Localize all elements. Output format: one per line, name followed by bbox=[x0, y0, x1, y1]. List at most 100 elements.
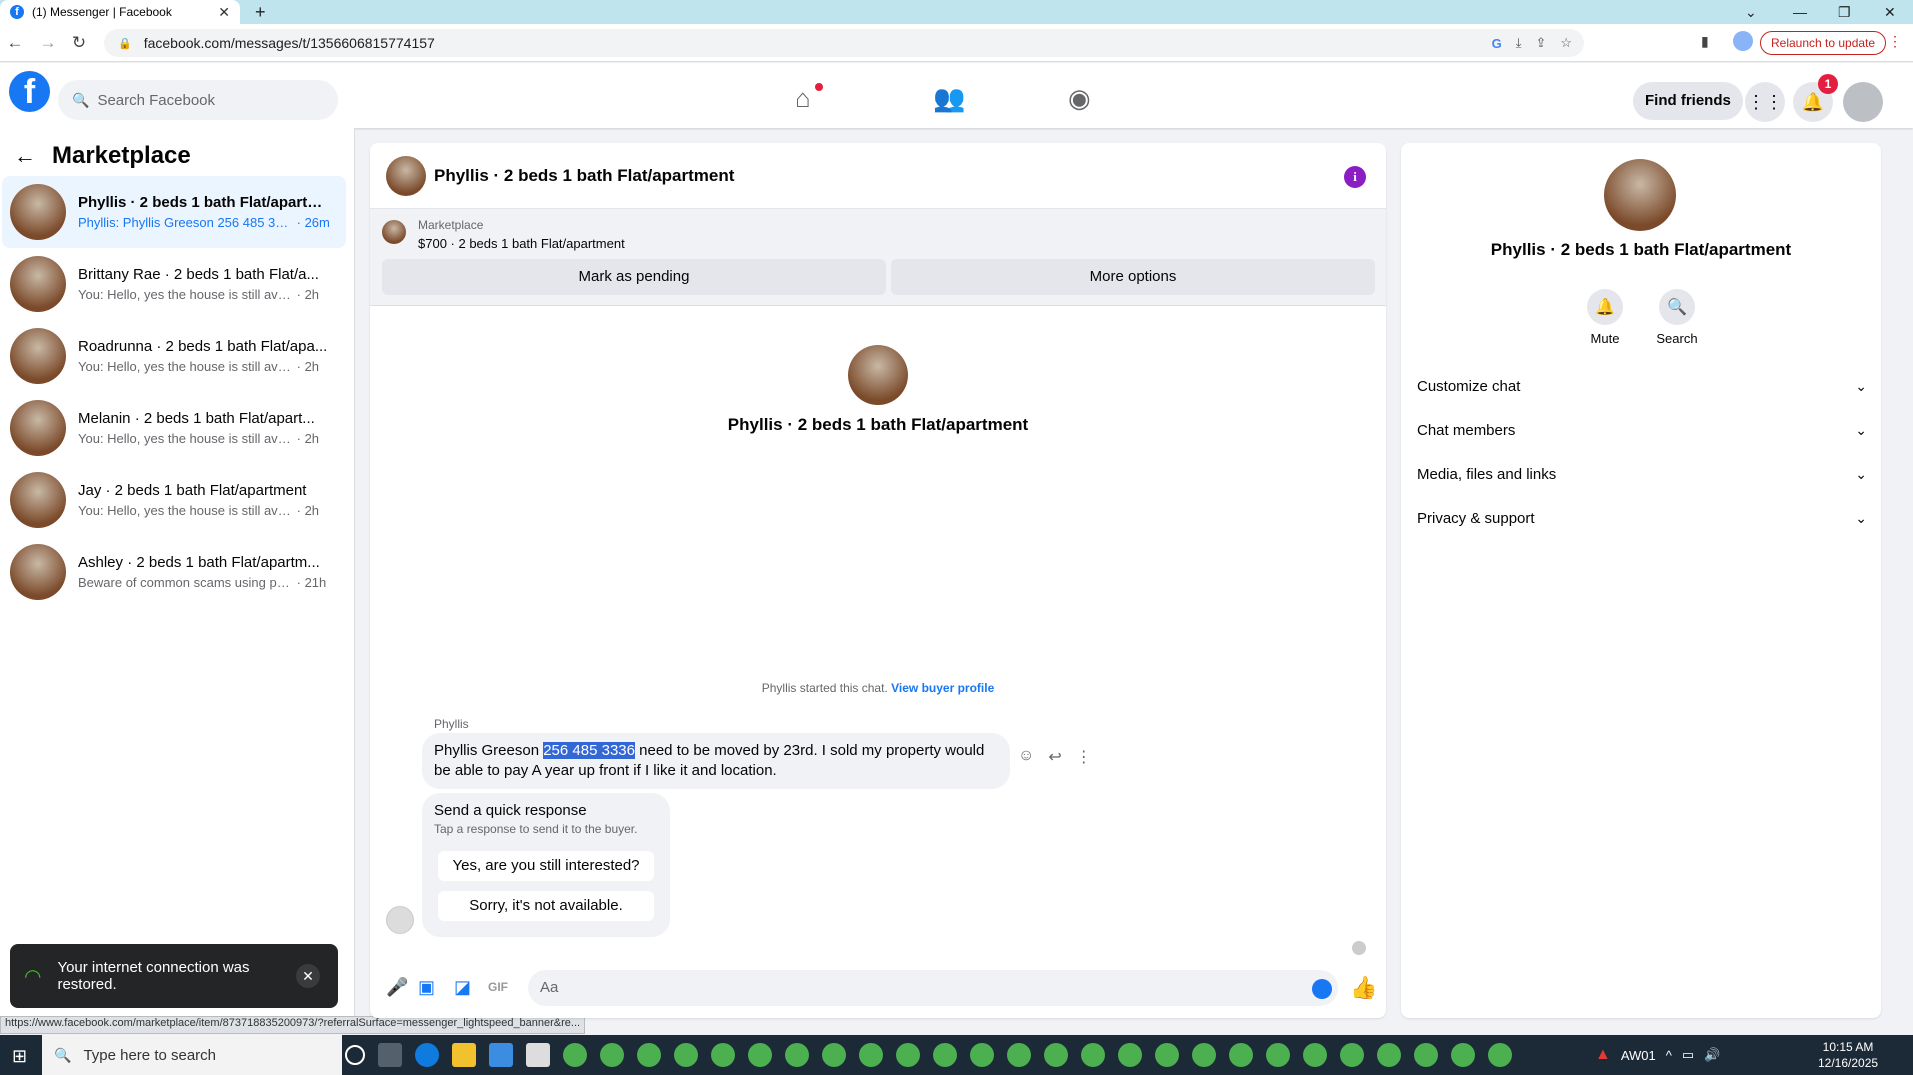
taskbar-clock[interactable]: 10:15 AM 12/16/2025 bbox=[1818, 1039, 1878, 1071]
mute-button[interactable]: 🔔 Mute bbox=[1575, 289, 1635, 346]
chrome-icon[interactable] bbox=[1488, 1043, 1512, 1067]
chrome-icon[interactable] bbox=[970, 1043, 994, 1067]
more-icon[interactable]: ⋮ bbox=[1076, 747, 1092, 767]
account-avatar[interactable] bbox=[1843, 82, 1883, 122]
minimize-icon[interactable]: — bbox=[1793, 0, 1807, 24]
chrome-icon[interactable] bbox=[1451, 1043, 1475, 1067]
relaunch-button[interactable]: Relaunch to update bbox=[1760, 31, 1887, 55]
quick-response-not-available[interactable]: Sorry, it's not available. bbox=[438, 891, 654, 921]
bookmark-star-icon[interactable]: ☆ bbox=[1560, 35, 1572, 51]
volume-icon[interactable]: 🔊 bbox=[1704, 1047, 1720, 1063]
edge-icon[interactable] bbox=[415, 1043, 439, 1067]
tray-app-icon[interactable]: ▲ bbox=[1595, 1046, 1611, 1064]
chrome-icon[interactable] bbox=[822, 1043, 846, 1067]
photo-icon[interactable]: ▣ bbox=[418, 977, 435, 998]
sidepanel-icon[interactable]: ▮ bbox=[1701, 33, 1709, 50]
conversation-item[interactable]: Melanin · 2 beds 1 bath Flat/apart... Yo… bbox=[2, 392, 346, 464]
section-chat-members[interactable]: Chat members ⌄ bbox=[1417, 412, 1867, 448]
chrome-icon[interactable] bbox=[1414, 1043, 1438, 1067]
chrome-icon[interactable] bbox=[1229, 1043, 1253, 1067]
facebook-logo-icon[interactable]: f bbox=[9, 71, 50, 112]
tab-search-icon[interactable]: ⌄ bbox=[1745, 0, 1757, 24]
windows-start-icon[interactable]: ⊞ bbox=[12, 1046, 27, 1067]
install-icon[interactable]: ⤓ bbox=[1516, 35, 1522, 51]
listing-detail[interactable]: $700 · 2 beds 1 bath Flat/apartment bbox=[418, 236, 625, 251]
conversation-item[interactable]: Roadrunna · 2 beds 1 bath Flat/apa... Yo… bbox=[2, 320, 346, 392]
tab-close-icon[interactable]: ✕ bbox=[218, 4, 230, 21]
friends-icon[interactable]: 👥 bbox=[933, 83, 965, 114]
chrome-icon[interactable] bbox=[1377, 1043, 1401, 1067]
chrome-icon[interactable] bbox=[674, 1043, 698, 1067]
search-conversation-button[interactable]: 🔍 Search bbox=[1647, 289, 1707, 346]
network-icon[interactable]: ▭ bbox=[1682, 1047, 1694, 1063]
mail-icon[interactable] bbox=[526, 1043, 550, 1067]
facebook-search-input[interactable]: 🔍 Search Facebook bbox=[58, 80, 338, 120]
address-bar[interactable]: 🔒 facebook.com/messages/t/13566068157741… bbox=[104, 29, 1584, 57]
chrome-icon[interactable] bbox=[1044, 1043, 1068, 1067]
conversation-item[interactable]: Jay · 2 beds 1 bath Flat/apartment You: … bbox=[2, 464, 346, 536]
restore-icon[interactable]: ❐ bbox=[1838, 0, 1851, 24]
window-close-icon[interactable]: ✕ bbox=[1884, 0, 1896, 24]
message-input[interactable]: Aa bbox=[528, 970, 1338, 1006]
view-buyer-profile-link[interactable]: View buyer profile bbox=[891, 681, 994, 695]
chrome-icon[interactable] bbox=[896, 1043, 920, 1067]
conversation-item[interactable]: Phyllis · 2 beds 1 bath Flat/apartm... P… bbox=[2, 176, 346, 248]
chrome-icon[interactable] bbox=[1081, 1043, 1105, 1067]
mark-pending-button[interactable]: Mark as pending bbox=[382, 259, 886, 295]
chrome-icon[interactable] bbox=[711, 1043, 735, 1067]
chat-title[interactable]: Phyllis · 2 beds 1 bath Flat/apartment bbox=[434, 166, 734, 186]
section-customize-chat[interactable]: Customize chat ⌄ bbox=[1417, 368, 1867, 404]
emoji-icon[interactable] bbox=[1312, 979, 1332, 999]
cortana-icon[interactable] bbox=[345, 1045, 365, 1065]
store-icon[interactable] bbox=[489, 1043, 513, 1067]
home-icon[interactable]: ⌂ bbox=[795, 83, 811, 114]
toast-close-icon[interactable]: ✕ bbox=[296, 964, 320, 988]
chrome-icon[interactable] bbox=[748, 1043, 772, 1067]
conversation-item[interactable]: Ashley · 2 beds 1 bath Flat/apartm... Be… bbox=[2, 536, 346, 608]
chrome-icon[interactable] bbox=[563, 1043, 587, 1067]
chrome-icon[interactable] bbox=[859, 1043, 883, 1067]
menu-grid-icon[interactable]: ⋮⋮ bbox=[1745, 82, 1785, 122]
gif-icon[interactable]: GIF bbox=[488, 980, 508, 994]
like-icon[interactable]: 👍 bbox=[1350, 975, 1377, 1001]
chrome-icon[interactable] bbox=[1118, 1043, 1142, 1067]
microphone-icon[interactable]: 🎤 bbox=[386, 977, 408, 998]
more-options-button[interactable]: More options bbox=[891, 259, 1375, 295]
react-icon[interactable]: ☺ bbox=[1018, 747, 1034, 767]
reply-icon[interactable]: ↩ bbox=[1048, 747, 1061, 767]
taskbar-search[interactable]: 🔍 Type here to search bbox=[42, 1035, 342, 1075]
new-tab-icon[interactable]: + bbox=[255, 0, 266, 24]
reload-icon[interactable]: ↻ bbox=[64, 33, 94, 53]
back-arrow-icon[interactable]: ← bbox=[14, 143, 36, 169]
chrome-icon[interactable] bbox=[1340, 1043, 1364, 1067]
google-icon[interactable]: G bbox=[1492, 36, 1502, 51]
chrome-icon[interactable] bbox=[933, 1043, 957, 1067]
chrome-icon[interactable] bbox=[1192, 1043, 1216, 1067]
browser-tab[interactable]: f (1) Messenger | Facebook ✕ bbox=[0, 0, 240, 24]
sticker-icon[interactable]: ◪ bbox=[454, 977, 471, 998]
section-privacy-support[interactable]: Privacy & support ⌄ bbox=[1417, 500, 1867, 536]
chat-avatar[interactable] bbox=[386, 155, 426, 196]
chrome-icon[interactable] bbox=[600, 1043, 624, 1067]
section-media-files-links[interactable]: Media, files and links ⌄ bbox=[1417, 456, 1867, 492]
chrome-icon[interactable] bbox=[1266, 1043, 1290, 1067]
share-icon[interactable]: ⇪ bbox=[1535, 35, 1546, 51]
conversation-item[interactable]: Brittany Rae · 2 beds 1 bath Flat/a... Y… bbox=[2, 248, 346, 320]
chrome-icon[interactable] bbox=[1303, 1043, 1327, 1067]
listing-thumbnail[interactable] bbox=[382, 220, 406, 244]
tray-chevron-icon[interactable]: ^ bbox=[1666, 1048, 1672, 1063]
find-friends-button[interactable]: Find friends bbox=[1633, 82, 1743, 120]
chrome-menu-icon[interactable]: ⋮ bbox=[1888, 33, 1902, 50]
task-view-icon[interactable] bbox=[378, 1043, 402, 1067]
chrome-icon[interactable] bbox=[785, 1043, 809, 1067]
file-explorer-icon[interactable] bbox=[452, 1043, 476, 1067]
quick-response-interested[interactable]: Yes, are you still interested? bbox=[438, 851, 654, 881]
forward-icon[interactable]: → bbox=[33, 33, 63, 53]
chrome-icon[interactable] bbox=[1007, 1043, 1031, 1067]
back-icon[interactable]: ← bbox=[0, 33, 30, 53]
chrome-icon[interactable] bbox=[1155, 1043, 1179, 1067]
groups-icon[interactable]: ◉ bbox=[1068, 83, 1091, 114]
chrome-icon[interactable] bbox=[637, 1043, 661, 1067]
info-icon[interactable]: i bbox=[1344, 166, 1366, 188]
profile-icon[interactable] bbox=[1733, 31, 1753, 51]
